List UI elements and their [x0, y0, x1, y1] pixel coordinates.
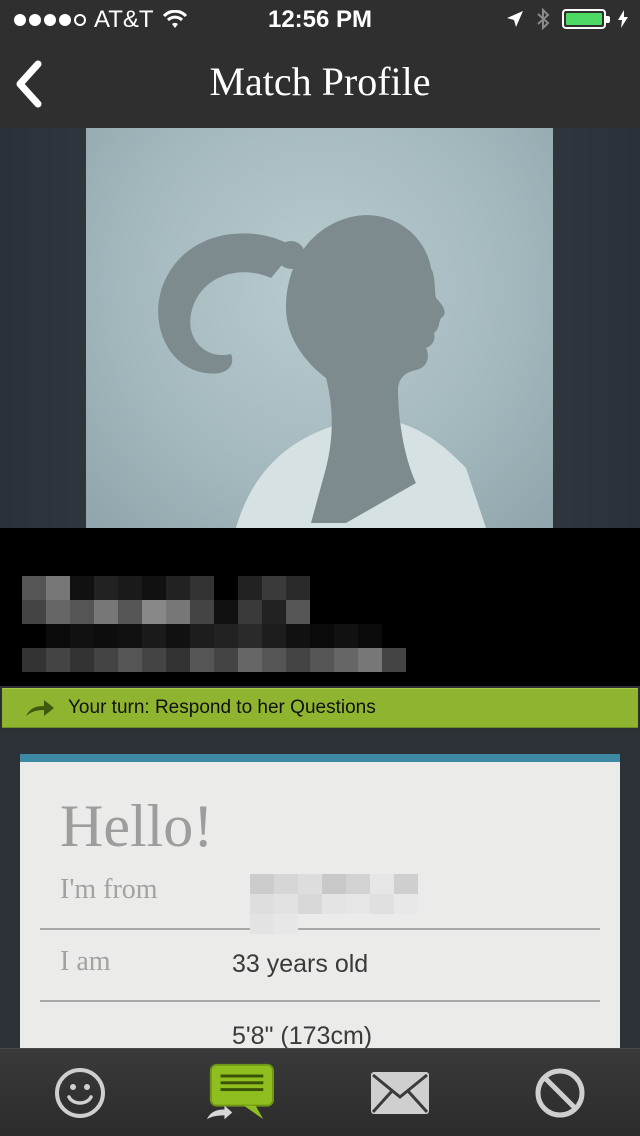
location-arrow-icon	[507, 11, 523, 27]
tab-chat[interactable]	[205, 1058, 275, 1128]
charging-bolt-icon	[618, 10, 628, 28]
row-value: 5'8" (173cm)	[232, 1022, 373, 1050]
obscured-line	[22, 624, 382, 648]
obscured-line	[22, 576, 310, 600]
block-icon	[535, 1068, 585, 1118]
your-turn-label: Your turn: Respond to her Questions	[68, 697, 376, 718]
mail-icon	[371, 1072, 429, 1114]
navigation-bar: Match Profile	[0, 40, 640, 128]
smiley-icon	[55, 1068, 105, 1118]
row-label: I am	[60, 946, 111, 977]
obscured-line	[22, 648, 406, 672]
chat-icon	[206, 1063, 275, 1120]
silhouette-placeholder-icon	[158, 215, 486, 528]
page-title: Match Profile	[209, 59, 431, 104]
arrow-right-icon	[26, 700, 54, 716]
obscured-line	[22, 600, 310, 624]
battery-icon	[562, 9, 610, 29]
row-age: I am 33 years old	[40, 930, 600, 1002]
row-location: I'm from	[40, 858, 600, 934]
row-label: I'm from	[60, 874, 158, 905]
app-screen: AT&T 12:56 PM Match Profile Your turn: R…	[0, 0, 640, 1136]
status-bar: AT&T 12:56 PM	[0, 0, 640, 40]
tab-mail[interactable]	[365, 1058, 435, 1128]
profile-photo[interactable]	[86, 128, 553, 528]
name-region-obscured	[0, 528, 640, 686]
photo-band	[0, 128, 640, 528]
row-value: 33 years old	[232, 950, 369, 978]
profile-card: Hello! I'm from I am 33 years old 5'8" (…	[20, 754, 620, 1054]
bluetooth-icon	[537, 8, 550, 30]
location-value-obscured	[250, 874, 440, 934]
tab-block[interactable]	[525, 1058, 595, 1128]
tab-smiley[interactable]	[45, 1058, 115, 1128]
status-right	[506, 8, 628, 30]
card-greeting: Hello!	[60, 793, 214, 859]
tab-bar	[0, 1048, 640, 1136]
your-turn-banner[interactable]: Your turn: Respond to her Questions	[2, 688, 638, 728]
